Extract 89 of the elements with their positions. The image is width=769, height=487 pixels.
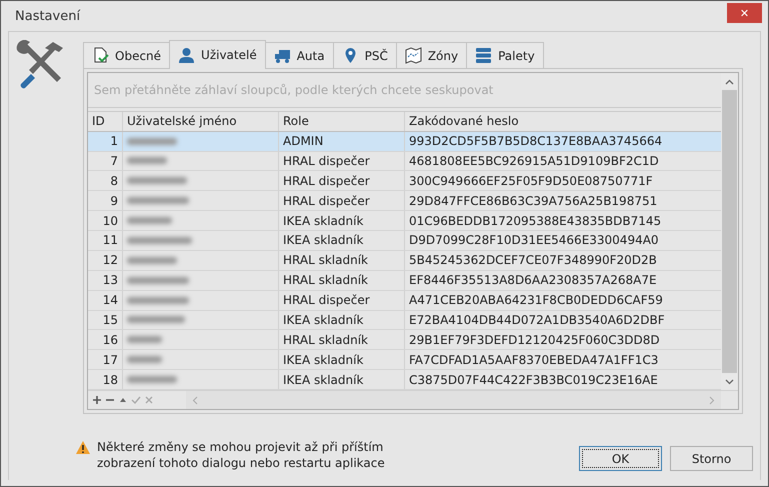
table-row[interactable]: 15 IKEA skladník E72BA4104DB44D072A1DB3540A6D2DBF bbox=[88, 310, 721, 330]
table-cell-text: 5B45245362DCEF7CE07F348990F20D2B bbox=[408, 252, 658, 270]
table-cell: 18 bbox=[88, 370, 123, 390]
table-row[interactable]: 18 IKEA skladník C3875D07F44C422F3B3BC019C23E16AE bbox=[88, 370, 721, 390]
blurred-name bbox=[127, 316, 185, 324]
tab[interactable]: Palety bbox=[466, 42, 544, 68]
server-icon bbox=[475, 47, 492, 64]
scroll-up-icon[interactable] bbox=[725, 78, 734, 84]
table-cell-text: 4681808EE5BC926915A51D9109BF2C1D bbox=[408, 152, 660, 170]
table-cell: 15 bbox=[88, 310, 123, 330]
table-cell: 16 bbox=[88, 330, 123, 350]
table-cell: IKEA skladník bbox=[279, 310, 405, 330]
table-cell-text: 993D2CD5F5B7B5D8C137E8BAA3745664 bbox=[408, 133, 664, 150]
table-row[interactable]: 10 IKEA skladník 01C96BEDDB172095388E43835BDB7145 bbox=[88, 211, 721, 232]
table-cell: 14 bbox=[88, 290, 123, 310]
table-cell: HRAL skladník bbox=[279, 250, 405, 270]
table-row[interactable]: 8 HRAL dispečer 300C949666EF25F05F9D50E08750771F bbox=[88, 171, 721, 192]
table-row[interactable]: 17 IKEA skladník FA7CDFAD1A5AAF8370EBEDA47A1FF1C3 bbox=[88, 350, 721, 370]
table-cell-text: EF8446F35513A8D6AA2308357A268A7E bbox=[408, 272, 658, 290]
table-cell: HRAL skladník bbox=[279, 270, 405, 290]
table-cell: 7 bbox=[88, 152, 123, 170]
table-cell: 1 bbox=[88, 132, 123, 151]
table-row[interactable]: 12 HRAL skladník 5B45245362DCEF7CE07F348990F20D2B bbox=[88, 250, 721, 271]
table-cell: HRAL dispečer bbox=[279, 290, 405, 310]
blurred-name bbox=[127, 296, 189, 304]
window-title: Nastavení bbox=[15, 8, 80, 24]
dialog-button[interactable]: OK bbox=[579, 446, 662, 471]
table-cell: HRAL skladník bbox=[279, 330, 405, 350]
table-row[interactable]: 13 HRAL skladník EF8446F35513A8D6AA2308357A268A7E bbox=[88, 270, 721, 291]
tab[interactable]: Uživatelé bbox=[169, 40, 266, 69]
blurred-name bbox=[127, 236, 192, 244]
table-cell-text: FA7CDFAD1A5AAF8370EBEDA47A1FF1C3 bbox=[408, 352, 660, 369]
table-row[interactable]: 16 HRAL skladník 29B1EF79F3DEFD12120425F060C3DD8D bbox=[88, 330, 721, 350]
table-cell-text: 29B1EF79F3DEFD12120425F060C3DD8D bbox=[408, 332, 661, 349]
blurred-name bbox=[127, 138, 177, 145]
table-cell-text: C3875D07F44C422F3B3BC019C23E16AE bbox=[408, 372, 659, 389]
tab[interactable]: Obecné bbox=[83, 42, 170, 68]
table-cell-text: A471CEB20ABA64231F8CB0DEDD6CAF59 bbox=[408, 292, 664, 310]
table-cell-text: 300C949666EF25F05F9D50E08750771F bbox=[408, 172, 654, 190]
blurred-name bbox=[127, 157, 167, 164]
document-check-icon bbox=[92, 47, 109, 64]
column-header[interactable]: Role bbox=[279, 112, 405, 131]
blurred-name bbox=[127, 256, 177, 264]
table-cell: IKEA skladník bbox=[279, 211, 405, 230]
table-cell: 9 bbox=[88, 191, 123, 210]
blurred-name bbox=[127, 177, 187, 184]
table-cell: IKEA skladník bbox=[279, 350, 405, 370]
table-cell: 13 bbox=[88, 270, 123, 290]
dialog-button[interactable]: Storno bbox=[670, 446, 753, 471]
table-cell: 12 bbox=[88, 250, 123, 270]
table-row[interactable]: 7 HRAL dispečer 4681808EE5BC926915A51D9109BF2C1D bbox=[88, 152, 721, 172]
table-cell: IKEA skladník bbox=[279, 231, 405, 250]
blurred-name bbox=[127, 217, 172, 224]
table-cell: 10 bbox=[88, 211, 123, 230]
column-header[interactable]: Uživatelské jméno bbox=[123, 112, 279, 131]
table-cell: 8 bbox=[88, 171, 123, 190]
table-cell-text: 29D847FFCE86B63C39A756A25B198751 bbox=[408, 192, 658, 210]
table-row[interactable]: 14 HRAL dispečer A471CEB20ABA64231F8CB0DEDD6CAF59 bbox=[88, 290, 721, 311]
check-icon[interactable] bbox=[131, 395, 141, 405]
truck-icon bbox=[274, 47, 291, 64]
table-cell: HRAL dispečer bbox=[279, 191, 405, 210]
blurred-name bbox=[127, 336, 162, 344]
table-cell-text: E72BA4104DB44D072A1DB3540A6D2DBF bbox=[408, 312, 666, 329]
blurred-name bbox=[127, 356, 162, 364]
user-icon bbox=[178, 46, 196, 64]
table-cell: IKEA skladník bbox=[279, 370, 405, 390]
table-row[interactable]: 9 HRAL dispečer 29D847FFCE86B63C39A756A25B198751 bbox=[88, 191, 721, 212]
blurred-name bbox=[127, 276, 189, 284]
scroll-down-icon[interactable] bbox=[725, 378, 734, 384]
column-header[interactable]: Zakódované heslo bbox=[405, 112, 721, 131]
warning-icon bbox=[75, 440, 91, 455]
group-panel-hint: Sem přetáhněte záhlaví sloupců, podle kterých chcete seskupovat bbox=[88, 73, 721, 108]
close-button[interactable]: ✕ bbox=[727, 3, 762, 23]
blurred-name bbox=[127, 197, 189, 204]
add-icon[interactable] bbox=[92, 395, 102, 405]
blurred-name bbox=[127, 376, 177, 384]
table-cell: HRAL dispečer bbox=[279, 152, 405, 170]
map-icon bbox=[404, 47, 422, 64]
table-cell-text: D9D7099C28F10D31EE5466E3300494A0 bbox=[408, 232, 660, 250]
table-cell: ADMIN bbox=[279, 132, 405, 151]
table-row[interactable]: 11 IKEA skladník D9D7099C28F10D31EE5466E3300494A0 bbox=[88, 231, 721, 251]
table-cell: HRAL dispečer bbox=[279, 171, 405, 190]
warning-message: Některé změny se mohou projevit až při příštím zobrazení tohoto dialogu nebo restartu aplikace bbox=[97, 439, 386, 471]
table-cell: 17 bbox=[88, 350, 123, 370]
table-row[interactable]: 1 ADMIN 993D2CD5F5B7B5D8C137E8BAA3745664 bbox=[88, 132, 721, 152]
column-header[interactable]: ID bbox=[88, 112, 123, 131]
table-cell: 11 bbox=[88, 231, 123, 250]
table-cell-text: 01C96BEDDB172095388E43835BDB7145 bbox=[408, 212, 662, 230]
scrollbar-thumb[interactable] bbox=[722, 90, 737, 373]
